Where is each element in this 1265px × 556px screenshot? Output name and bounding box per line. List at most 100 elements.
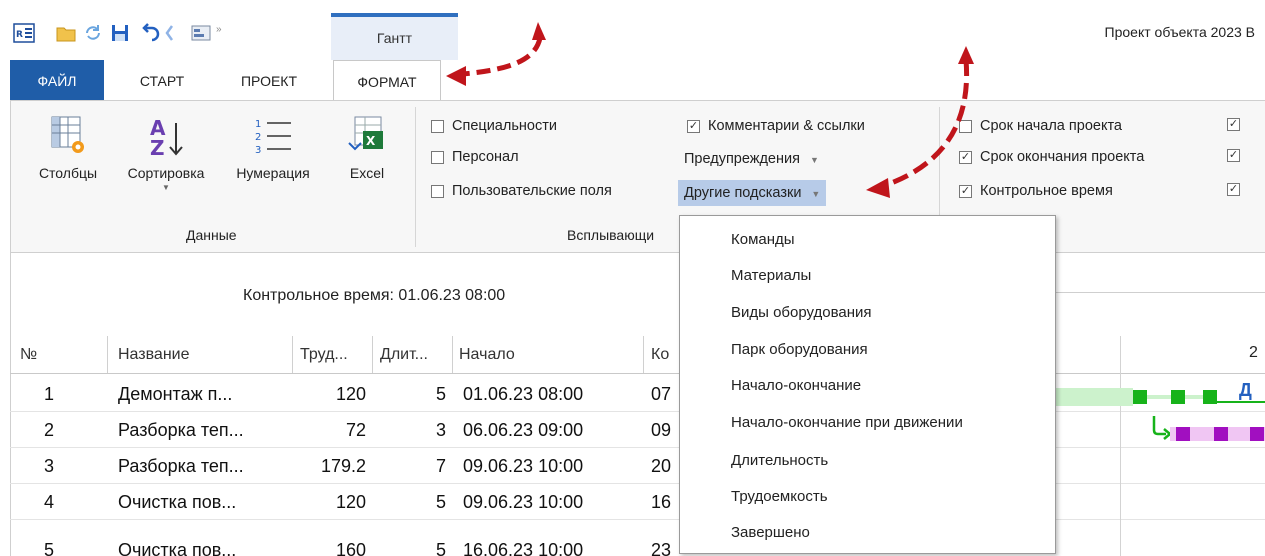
task-name[interactable]: Демонтаж п... <box>118 384 232 405</box>
numbering-button[interactable]: 1 2 3 Нумерация <box>220 113 326 181</box>
gantt-bar-task-2[interactable] <box>1150 416 1265 446</box>
task-name[interactable]: Очистка пов... <box>118 492 236 513</box>
menu-item-teams[interactable]: Команды <box>731 231 795 248</box>
open-folder-icon[interactable] <box>55 22 77 44</box>
checkbox-cut-off[interactable]: ✓ <box>1227 149 1248 162</box>
task-end[interactable]: 09 <box>651 420 671 441</box>
checkbox-specialties[interactable]: Специальности <box>431 118 557 134</box>
other-hints-menu: Команды Материалы Виды оборудования Парк… <box>679 215 1056 554</box>
task-duration[interactable]: 3 <box>380 420 446 441</box>
data-group-label: Данные <box>186 227 237 243</box>
task-work[interactable]: 179.2 <box>300 456 366 477</box>
check-icon[interactable]: ✓ <box>1227 183 1240 196</box>
checkbox-box[interactable] <box>431 150 444 164</box>
task-work[interactable]: 120 <box>300 384 366 405</box>
menu-item-equipment-fleet[interactable]: Парк оборудования <box>731 341 868 358</box>
task-duration[interactable]: 5 <box>380 540 446 556</box>
layout-icon[interactable] <box>190 22 212 44</box>
undo-icon[interactable] <box>138 22 160 44</box>
warnings-dropdown[interactable]: Предупреждения ▼ <box>684 151 819 167</box>
tab-format[interactable]: ФОРМАТ <box>333 60 441 101</box>
save-icon[interactable] <box>109 22 131 44</box>
checkbox-baseline[interactable]: ✓ Контрольное время <box>959 183 1113 199</box>
gantt-bar-label: Д <box>1239 380 1252 400</box>
tab-project[interactable]: ПРОЕКТ <box>226 60 312 100</box>
tab-file[interactable]: ФАЙЛ <box>10 60 104 100</box>
check-icon[interactable]: ✓ <box>1227 149 1240 162</box>
column-header-number[interactable]: № <box>20 346 37 364</box>
checkbox-box[interactable] <box>959 119 972 133</box>
task-name[interactable]: Очистка пов... <box>118 540 236 556</box>
svg-text:Z: Z <box>150 136 165 157</box>
checkbox-label: Комментарии & ссылки <box>708 118 865 134</box>
column-divider[interactable] <box>107 336 108 373</box>
tab-start[interactable]: СТАРТ <box>122 60 202 100</box>
checkbox-custom-fields[interactable]: Пользовательские поля <box>431 183 612 199</box>
window-title: Проект объекта 2023 В <box>1104 24 1255 40</box>
task-end[interactable]: 20 <box>651 456 671 477</box>
task-work[interactable]: 160 <box>300 540 366 556</box>
checkbox-cut-off[interactable]: ✓ <box>1227 118 1248 131</box>
header-separator <box>10 373 1265 374</box>
task-duration[interactable]: 5 <box>380 492 446 513</box>
column-header-start[interactable]: Начало <box>459 346 515 364</box>
task-start[interactable]: 09.06.23 10:00 <box>463 492 583 513</box>
column-divider[interactable] <box>643 336 644 373</box>
task-duration[interactable]: 7 <box>380 456 446 477</box>
checkbox-personnel[interactable]: Персонал <box>431 149 519 165</box>
column-header-work[interactable]: Труд... <box>300 346 348 364</box>
column-divider[interactable] <box>292 336 293 373</box>
row-number: 5 <box>44 540 55 556</box>
numbering-button-label: Нумерация <box>236 165 310 181</box>
sort-button-label: Сортировка <box>127 165 205 181</box>
column-header-duration[interactable]: Длит... <box>380 346 428 364</box>
checkbox-comments-links[interactable]: ✓ Комментарии & ссылки <box>687 118 865 134</box>
checkbox-label: Персонал <box>452 149 519 165</box>
check-icon[interactable]: ✓ <box>687 119 700 133</box>
column-header-end[interactable]: Ко <box>651 346 669 364</box>
column-header-name[interactable]: Название <box>118 346 190 364</box>
checkbox-cut-off[interactable]: ✓ <box>1227 183 1248 196</box>
menu-item-duration[interactable]: Длительность <box>731 452 828 469</box>
redo-icon[interactable] <box>162 22 184 44</box>
task-start[interactable]: 16.06.23 10:00 <box>463 540 583 556</box>
task-start[interactable]: 01.06.23 08:00 <box>463 384 583 405</box>
column-divider[interactable] <box>452 336 453 373</box>
menu-item-start-finish[interactable]: Начало-окончание <box>731 377 861 394</box>
gantt-header-line <box>1055 292 1265 293</box>
menu-item-equipment-types[interactable]: Виды оборудования <box>731 304 872 321</box>
task-start[interactable]: 09.06.23 10:00 <box>463 456 583 477</box>
columns-button[interactable]: Столбцы <box>31 113 105 181</box>
menu-item-materials[interactable]: Материалы <box>731 267 811 284</box>
check-icon[interactable]: ✓ <box>959 150 972 164</box>
checkbox-project-end[interactable]: ✓ Срок окончания проекта <box>959 149 1144 165</box>
context-tab-gantt[interactable]: Гантт <box>331 13 458 60</box>
task-end[interactable]: 16 <box>651 492 671 513</box>
checkbox-project-start[interactable]: Срок начала проекта <box>959 118 1122 134</box>
quick-access-more[interactable]: » <box>216 24 222 35</box>
task-end[interactable]: 23 <box>651 540 671 556</box>
checkbox-box[interactable] <box>431 119 444 133</box>
check-icon[interactable]: ✓ <box>959 184 972 198</box>
gantt-bar-summary[interactable] <box>1055 388 1133 406</box>
task-duration[interactable]: 5 <box>380 384 446 405</box>
gantt-week-divider <box>1120 336 1121 556</box>
sort-dropdown-arrow-icon[interactable]: ▼ <box>114 183 218 192</box>
task-name[interactable]: Разборка теп... <box>118 456 244 477</box>
sort-button[interactable]: AZ Сортировка ▼ <box>114 113 218 192</box>
task-work[interactable]: 120 <box>300 492 366 513</box>
other-hints-dropdown[interactable]: Другие подсказки ▼ <box>678 180 827 206</box>
check-icon[interactable]: ✓ <box>1227 118 1240 131</box>
menu-item-work[interactable]: Трудоемкость <box>731 488 828 505</box>
refresh-icon[interactable] <box>82 22 104 44</box>
task-start[interactable]: 06.06.23 09:00 <box>463 420 583 441</box>
gantt-date-label: 2 <box>1249 344 1258 361</box>
task-end[interactable]: 07 <box>651 384 671 405</box>
task-work[interactable]: 72 <box>300 420 366 441</box>
menu-item-completed[interactable]: Завершено <box>731 524 810 541</box>
checkbox-box[interactable] <box>431 184 444 198</box>
menu-item-start-finish-moving[interactable]: Начало-окончание при движении <box>731 414 963 431</box>
column-divider[interactable] <box>372 336 373 373</box>
excel-button[interactable]: X Excel <box>337 113 397 181</box>
task-name[interactable]: Разборка теп... <box>118 420 244 441</box>
